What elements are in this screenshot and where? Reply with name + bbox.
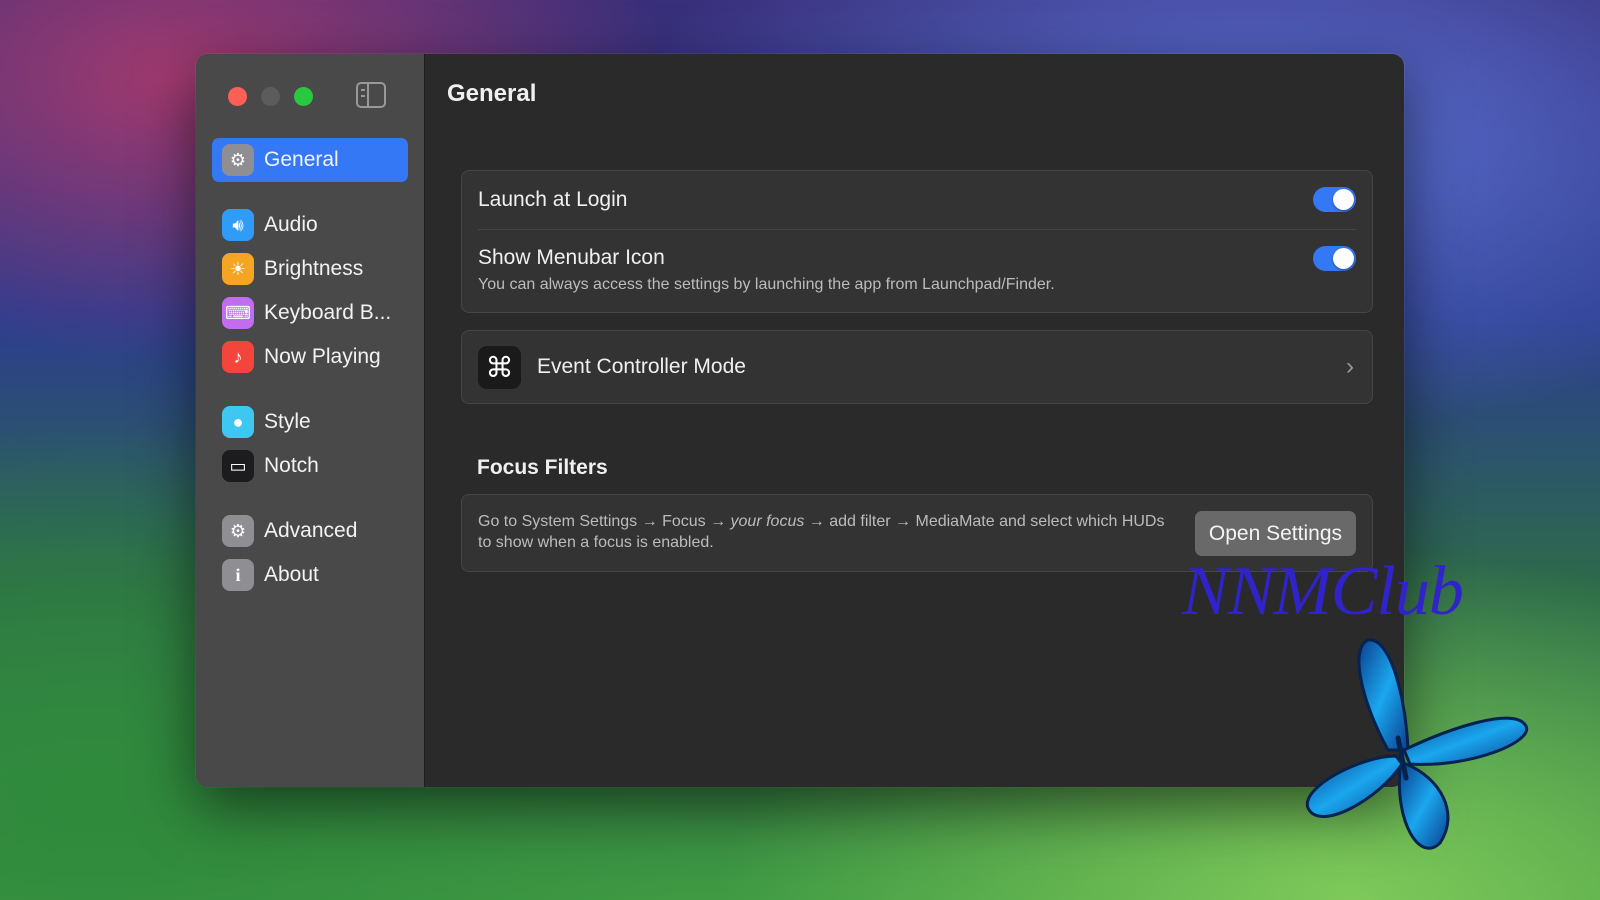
- sidebar-item-label: Advanced: [264, 519, 358, 542]
- minimize-window-button[interactable]: [261, 87, 280, 106]
- show-menubar-icon-row: Show Menubar Icon You can always access …: [462, 230, 1372, 314]
- show-menubar-icon-toggle[interactable]: [1313, 246, 1356, 271]
- close-window-button[interactable]: [228, 87, 247, 106]
- sidebar-item-keyboard-backlight[interactable]: ⌨ Keyboard B...: [212, 291, 408, 335]
- page-title: General: [447, 80, 537, 107]
- launch-at-login-label: Launch at Login: [478, 188, 628, 211]
- palette-icon: ●: [222, 406, 254, 438]
- zoom-window-button[interactable]: [294, 87, 313, 106]
- sidebar-toggle-icon[interactable]: [356, 82, 386, 108]
- main-content: General Launch at Login Show Menubar Ico…: [425, 54, 1404, 787]
- sidebar-nav: ⚙ General 🔊︎ Audio ☀ Brightness ⌨ Keyboa…: [212, 138, 408, 597]
- event-controller-mode-label: Event Controller Mode: [537, 355, 746, 378]
- sidebar-item-label: General: [264, 148, 339, 171]
- watermark-text: NNMClub: [1182, 553, 1464, 630]
- speaker-icon: 🔊︎: [222, 209, 254, 241]
- event-controller-mode-row[interactable]: ⌘ Event Controller Mode ›: [461, 330, 1373, 404]
- sidebar-item-label: Audio: [264, 213, 318, 236]
- music-note-icon: ♪: [222, 341, 254, 373]
- sidebar-item-label: Brightness: [264, 257, 364, 280]
- info-icon: i: [222, 559, 254, 591]
- sidebar-item-label: Keyboard B...: [264, 301, 392, 324]
- open-settings-button[interactable]: Open Settings: [1194, 511, 1356, 556]
- butterfly-image: [1305, 638, 1529, 850]
- gears-icon: ⚙: [222, 515, 254, 547]
- launch-at-login-toggle[interactable]: [1313, 187, 1356, 212]
- launch-at-login-row: Launch at Login: [462, 171, 1372, 229]
- focus-filters-title: Focus Filters: [477, 456, 608, 479]
- sidebar: ⚙ General 🔊︎ Audio ☀ Brightness ⌨ Keyboa…: [196, 54, 425, 787]
- sidebar-item-general[interactable]: ⚙ General: [212, 138, 408, 182]
- command-icon: ⌘: [478, 345, 521, 389]
- sun-icon: ☀: [222, 253, 254, 285]
- chevron-right-icon: ›: [1346, 353, 1354, 380]
- sidebar-item-style[interactable]: ● Style: [212, 400, 408, 444]
- sidebar-item-brightness[interactable]: ☀ Brightness: [212, 247, 408, 291]
- sidebar-item-label: Now Playing: [264, 345, 381, 368]
- show-menubar-icon-label: Show Menubar Icon: [478, 246, 665, 269]
- general-options-card: Launch at Login Show Menubar Icon You ca…: [461, 170, 1373, 313]
- display-icon: ▭: [222, 450, 254, 482]
- sidebar-item-now-playing[interactable]: ♪ Now Playing: [212, 335, 408, 379]
- sidebar-item-advanced[interactable]: ⚙ Advanced: [212, 509, 408, 553]
- sidebar-item-about[interactable]: i About: [212, 553, 408, 597]
- sidebar-item-notch[interactable]: ▭ Notch: [212, 444, 408, 488]
- sidebar-item-audio[interactable]: 🔊︎ Audio: [212, 203, 408, 247]
- settings-window: ⚙ General 🔊︎ Audio ☀ Brightness ⌨ Keyboa…: [196, 54, 1404, 787]
- show-menubar-icon-description: You can always access the settings by la…: [478, 276, 1055, 293]
- sidebar-item-label: Notch: [264, 454, 319, 477]
- sidebar-item-label: About: [264, 563, 319, 586]
- keyboard-icon: ⌨: [222, 297, 254, 329]
- sidebar-item-label: Style: [264, 410, 311, 433]
- focus-filters-instructions: Go to System Settings → Focus → your foc…: [478, 513, 1165, 551]
- traffic-lights: [228, 87, 313, 106]
- gear-icon: ⚙: [222, 144, 254, 176]
